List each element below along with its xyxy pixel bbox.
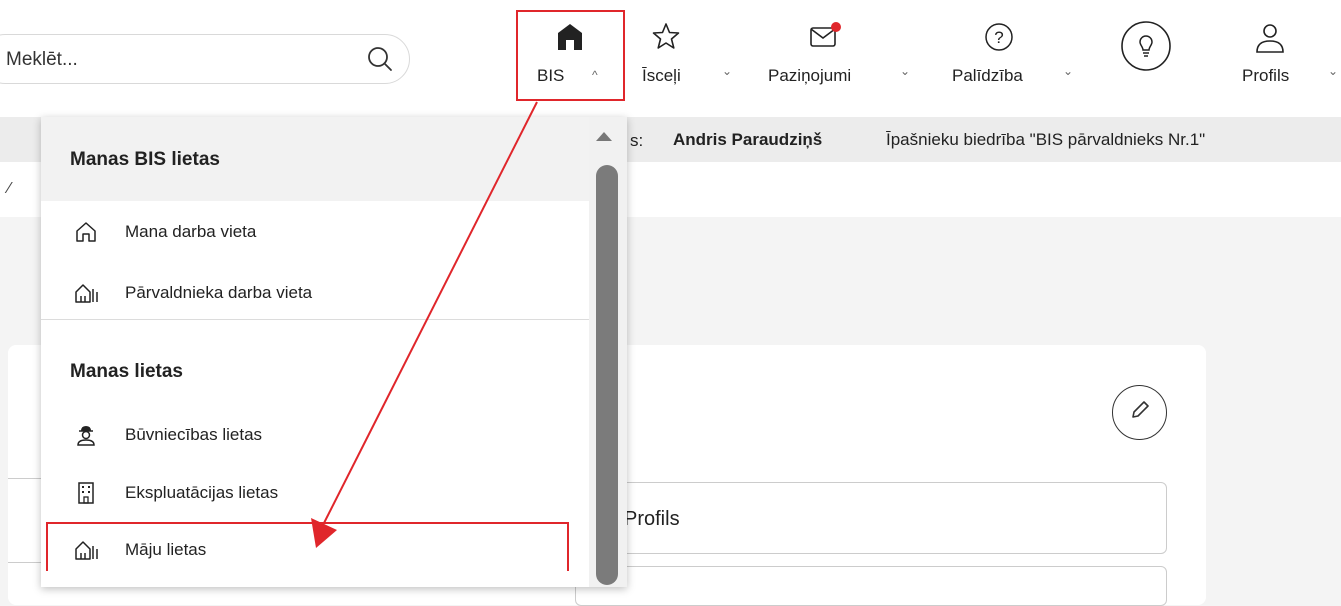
search-bar[interactable]: Meklēt... — [0, 34, 410, 84]
current-user-name: Andris Paraudziņš — [673, 130, 823, 149]
info-separator: s: — [630, 131, 644, 150]
nav-notifications[interactable]: Paziņojumi ⌄ — [765, 0, 925, 100]
building-icon — [74, 481, 98, 505]
user-icon — [1232, 22, 1341, 53]
question-icon: ? — [950, 22, 1090, 52]
form-field[interactable] — [575, 566, 1167, 606]
dropdown-divider — [41, 319, 589, 320]
nav-notifications-label: Paziņojumi — [768, 66, 852, 85]
menu-item-label: Pārvaldnieka darba vieta — [125, 283, 313, 302]
profile-field-value: Profils — [624, 508, 680, 530]
notification-dot — [831, 22, 841, 32]
pencil-icon — [1129, 399, 1151, 426]
house-icon — [74, 220, 98, 244]
nav-profile-label: Profils — [1242, 66, 1290, 85]
breadcrumb-separator: ⁄ — [8, 180, 11, 197]
nav-ideas[interactable] — [1116, 0, 1176, 100]
maju-lietas-highlight-box — [46, 522, 569, 571]
menu-item-label: Ekspluatācijas lietas — [125, 483, 279, 502]
chevron-down-icon: ⌄ — [1328, 64, 1339, 78]
nav-shortcuts-label: Īsceļi — [642, 66, 681, 85]
bis-dropdown-menu: Manas BIS lietas Mana darba vieta Pārval… — [41, 117, 627, 587]
search-icon[interactable] — [366, 45, 394, 78]
dropdown-header: Manas BIS lietas — [41, 117, 589, 201]
nav-help[interactable]: ? Palīdzība ⌄ — [950, 0, 1090, 100]
nav-profile[interactable]: Profils ⌄ — [1232, 0, 1341, 100]
worker-icon — [74, 423, 98, 447]
current-organization[interactable]: Īpašnieku biedrība "BIS pārvaldnieks Nr.… — [886, 130, 1205, 150]
nav-help-label: Palīdzība — [952, 66, 1023, 85]
lightbulb-icon — [1116, 20, 1176, 71]
bis-highlight-box — [516, 10, 625, 101]
search-input[interactable]: Meklēt... — [6, 49, 78, 71]
scrollbar-thumb[interactable] — [596, 165, 618, 585]
edit-button[interactable] — [1112, 385, 1167, 440]
chevron-down-icon: ⌄ — [1063, 64, 1074, 78]
menu-item-label: Būvniecības lietas — [125, 425, 263, 444]
dropdown-header-title: Manas BIS lietas — [70, 149, 220, 170]
dropdown-section-title: Manas lietas — [70, 361, 183, 382]
profile-field[interactable]: Profils — [575, 482, 1167, 554]
chevron-down-icon: ⌄ — [722, 64, 733, 78]
menu-item-label: Mana darba vieta — [125, 222, 257, 241]
svg-text:?: ? — [994, 28, 1003, 47]
scroll-up-arrow-icon[interactable] — [596, 132, 612, 141]
chevron-down-icon: ⌄ — [900, 64, 911, 78]
houses-icon — [74, 281, 98, 305]
nav-shortcuts[interactable]: Īsceļi ⌄ — [636, 0, 746, 100]
mail-icon — [765, 22, 925, 52]
menu-item-manager-workplace[interactable]: Pārvaldnieka darba vieta — [41, 267, 589, 317]
menu-item-exploitation-cases[interactable]: Ekspluatācijas lietas — [41, 467, 589, 517]
menu-item-construction-cases[interactable]: Būvniecības lietas — [41, 409, 589, 459]
menu-item-my-workplace[interactable]: Mana darba vieta — [41, 206, 589, 256]
star-icon — [636, 22, 746, 52]
